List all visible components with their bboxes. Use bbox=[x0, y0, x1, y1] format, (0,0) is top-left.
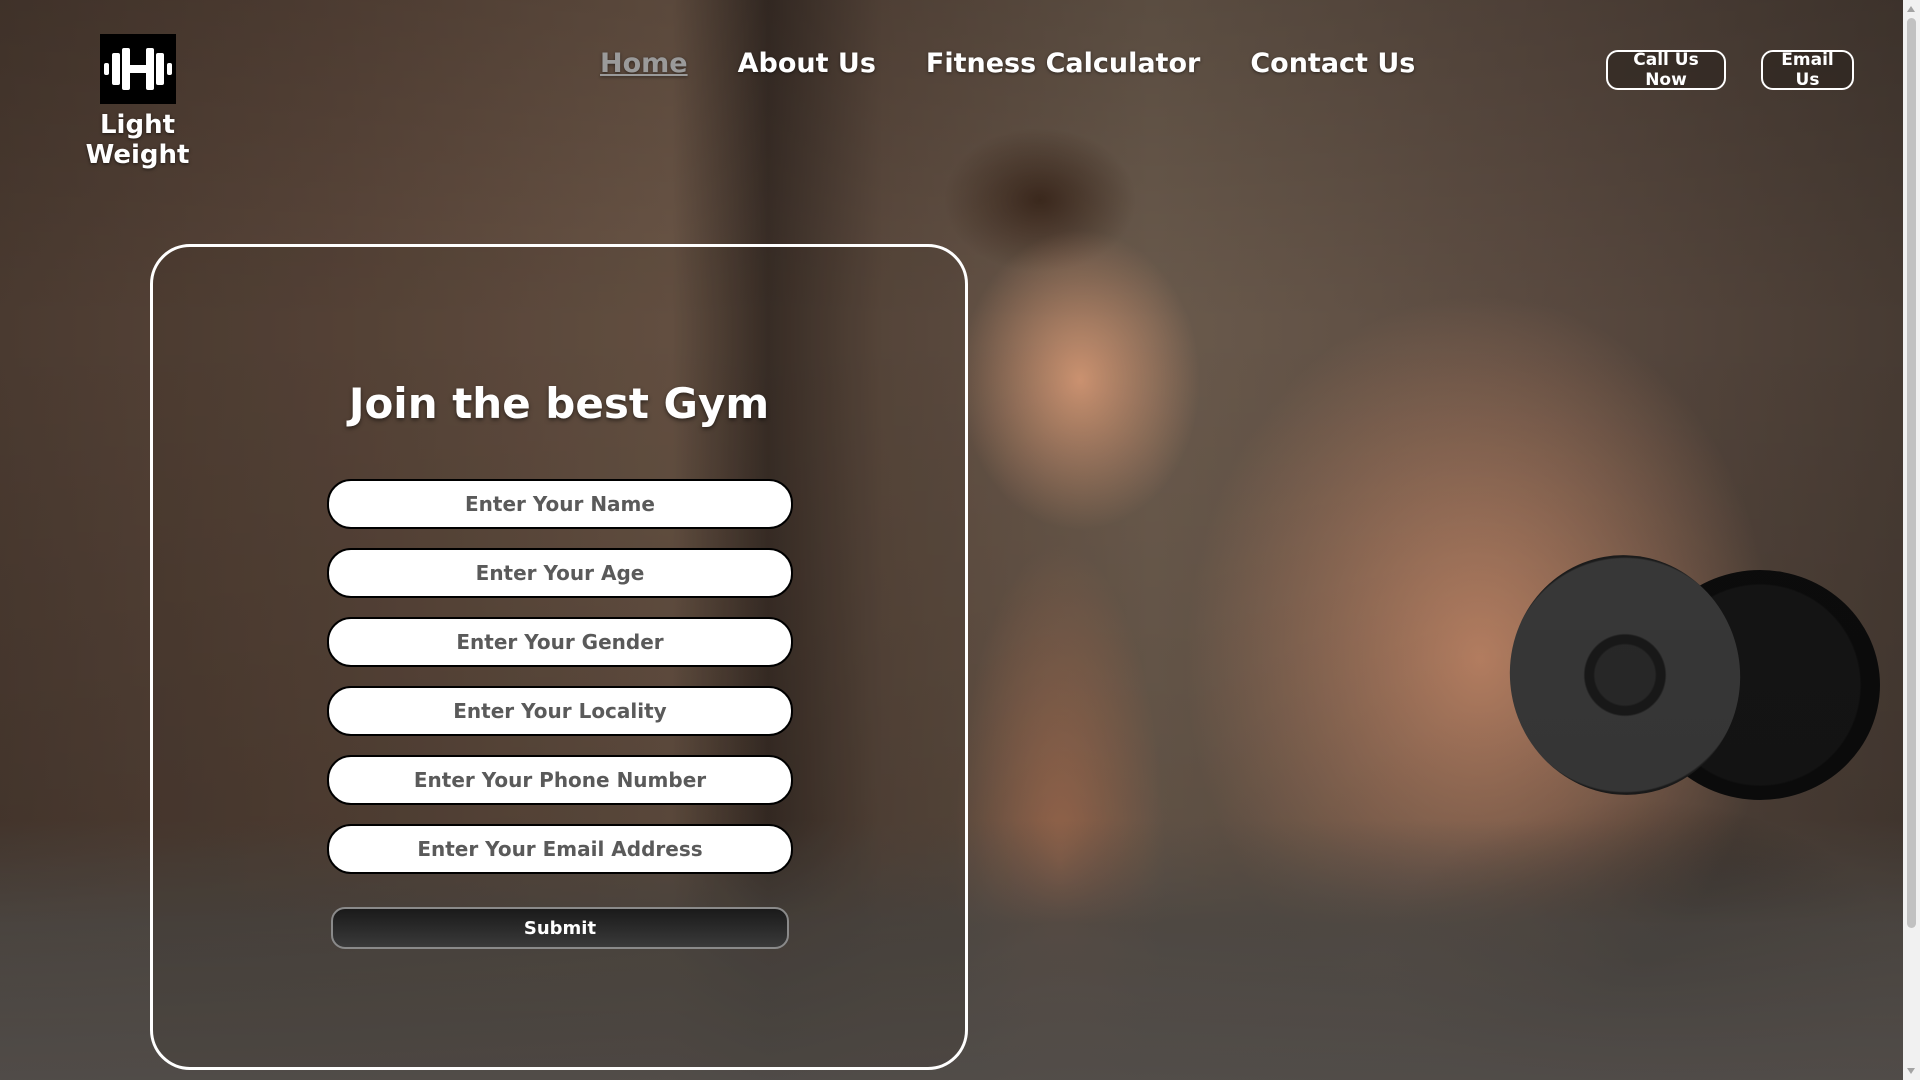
email-us-button[interactable]: Email Us bbox=[1761, 50, 1854, 90]
brand-logo[interactable]: Light Weight bbox=[50, 34, 225, 170]
scroll-down-icon[interactable] bbox=[1907, 1068, 1915, 1074]
phone-field[interactable] bbox=[327, 755, 793, 805]
scroll-up-icon[interactable] bbox=[1907, 6, 1915, 12]
nav-about-us[interactable]: About Us bbox=[738, 48, 876, 79]
call-us-button[interactable]: Call Us Now bbox=[1606, 50, 1726, 90]
scrollbar-thumb[interactable] bbox=[1907, 18, 1916, 928]
vertical-scrollbar[interactable] bbox=[1903, 0, 1920, 1080]
nav-home[interactable]: Home bbox=[600, 48, 688, 79]
join-form-panel: Join the best Gym Submit bbox=[150, 244, 968, 1070]
email-field[interactable] bbox=[327, 824, 793, 874]
age-field[interactable] bbox=[327, 548, 793, 598]
submit-button[interactable]: Submit bbox=[331, 907, 789, 949]
gender-field[interactable] bbox=[327, 617, 793, 667]
form-title: Join the best Gym bbox=[348, 379, 770, 428]
page: Light Weight Home About Us Fitness Calcu… bbox=[0, 0, 1920, 1080]
name-field[interactable] bbox=[327, 479, 793, 529]
dumbbell-icon-svg bbox=[103, 48, 172, 90]
dumbbell-icon bbox=[99, 34, 176, 104]
main-nav: Home About Us Fitness Calculator Contact… bbox=[600, 48, 1415, 79]
locality-field[interactable] bbox=[327, 686, 793, 736]
nav-fitness-calculator[interactable]: Fitness Calculator bbox=[926, 48, 1200, 79]
brand-name: Light Weight bbox=[85, 110, 190, 170]
nav-contact-us[interactable]: Contact Us bbox=[1250, 48, 1415, 79]
